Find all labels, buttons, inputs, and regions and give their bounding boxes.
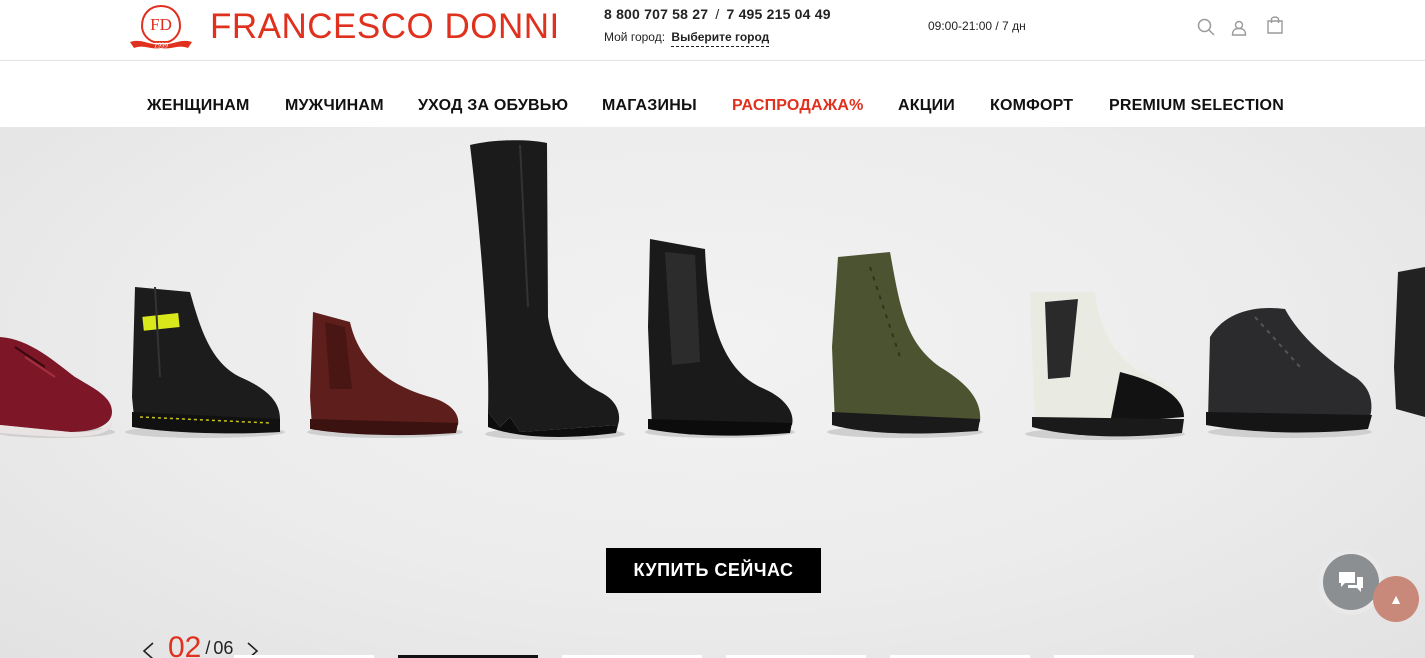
phone-numbers: 8 800 707 58 27 / 7 495 215 04 49 bbox=[604, 6, 831, 22]
search-icon[interactable] bbox=[1196, 16, 1216, 38]
nav-item-premium-selection[interactable]: PREMIUM SELECTION bbox=[1109, 97, 1284, 115]
top-header: FD 1999 FRANCESCO DONNI 8 800 707 58 27 … bbox=[0, 0, 1425, 61]
working-hours: 09:00-21:00 / 7 дн bbox=[928, 19, 1026, 33]
city-select-link[interactable]: Выберите город bbox=[671, 30, 770, 47]
slide-separator: / bbox=[205, 638, 211, 658]
chat-icon bbox=[1323, 554, 1379, 610]
hero-slider: КУПИТЬ СЕЙЧАС 02 / 06 bbox=[0, 127, 1425, 658]
cart-icon[interactable] bbox=[1265, 14, 1285, 36]
nav-item-promotions[interactable]: АКЦИИ bbox=[898, 97, 955, 115]
city-label: Мой город: bbox=[604, 30, 666, 44]
nav-item-comfort[interactable]: КОМФОРТ bbox=[990, 97, 1073, 115]
product-sneaker-black[interactable] bbox=[1206, 307, 1372, 438]
buy-now-button[interactable]: КУПИТЬ СЕЙЧАС bbox=[606, 548, 821, 593]
prev-slide-arrow-icon[interactable] bbox=[140, 641, 158, 658]
phone-1[interactable]: 8 800 707 58 27 bbox=[604, 6, 708, 22]
total-slides: 06 bbox=[213, 638, 234, 658]
product-chelsea-black[interactable] bbox=[645, 239, 795, 438]
brand-logo[interactable]: FD 1999 FRANCESCO DONNI bbox=[128, 4, 560, 50]
product-chelsea-brown[interactable] bbox=[307, 312, 463, 438]
phone-separator: / bbox=[715, 6, 720, 22]
nav-item-women[interactable]: ЖЕНЩИНАМ bbox=[147, 97, 250, 115]
scroll-to-top-button[interactable]: ▲ bbox=[1373, 576, 1419, 622]
main-navigation: ЖЕНЩИНАМ МУЖЧИНАМ УХОД ЗА ОБУВЬЮ МАГАЗИН… bbox=[0, 61, 1425, 127]
arrow-up-icon: ▲ bbox=[1389, 591, 1403, 607]
product-sneaker-burgundy[interactable] bbox=[0, 337, 115, 438]
product-boot-black-partial[interactable] bbox=[1394, 267, 1425, 417]
svg-text:FD: FD bbox=[150, 15, 172, 34]
product-chelsea-white[interactable] bbox=[1025, 292, 1185, 440]
user-icon[interactable] bbox=[1229, 16, 1249, 38]
product-lace-boot-olive[interactable] bbox=[827, 252, 983, 438]
current-slide-number: 02 bbox=[168, 631, 202, 658]
phone-2[interactable]: 7 495 215 04 49 bbox=[727, 6, 831, 22]
product-tall-boot-black[interactable] bbox=[470, 140, 625, 440]
nav-item-sale[interactable]: РАСПРОДАЖА% bbox=[732, 97, 864, 115]
svg-text:1999: 1999 bbox=[154, 42, 169, 50]
nav-item-shoe-care[interactable]: УХОД ЗА ОБУВЬЮ bbox=[418, 97, 568, 115]
brand-badge-icon: FD 1999 bbox=[130, 4, 192, 50]
city-selector: Мой город: Выберите город bbox=[604, 30, 770, 47]
product-boot-black-yellow-strap[interactable] bbox=[125, 286, 285, 438]
nav-item-stores[interactable]: МАГАЗИНЫ bbox=[602, 97, 697, 115]
nav-item-men[interactable]: МУЖЧИНАМ bbox=[285, 97, 384, 115]
brand-name: FRANCESCO DONNI bbox=[210, 7, 560, 46]
